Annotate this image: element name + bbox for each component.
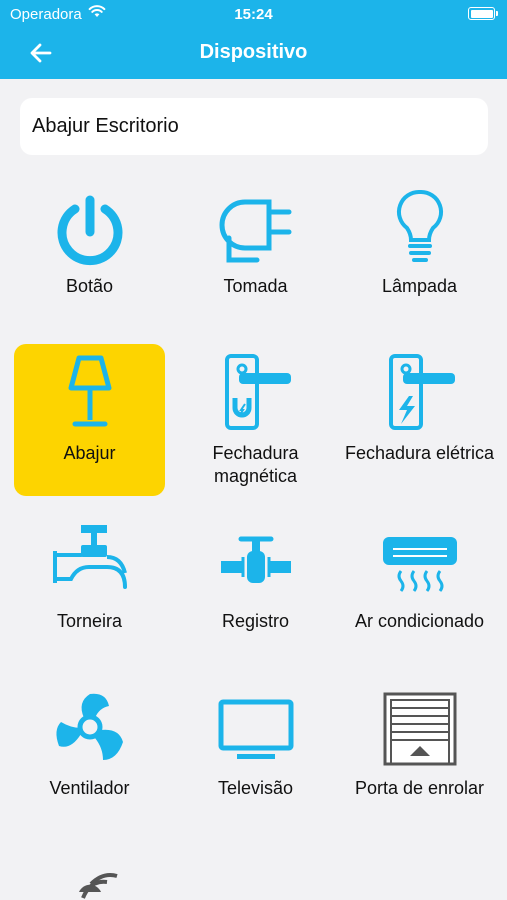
- device-option-torneira[interactable]: Torneira: [14, 515, 165, 645]
- device-option-tomada[interactable]: Tomada: [180, 180, 331, 310]
- air-conditioner-icon: [381, 523, 459, 601]
- device-label: Botão: [65, 276, 114, 296]
- faucet-icon: [51, 521, 129, 599]
- device-option-sem-fio[interactable]: [14, 850, 165, 900]
- device-option-ventilador[interactable]: Ventilador: [14, 682, 165, 812]
- tv-icon: [217, 690, 295, 768]
- device-option-botao[interactable]: Botão: [14, 180, 165, 310]
- device-label: Ventilador: [49, 778, 130, 798]
- wireless-icon: [51, 858, 129, 900]
- device-label: Porta de enrolar: [354, 778, 485, 798]
- page-title: Dispositivo: [199, 41, 308, 63]
- navigation-header: Operadora 15:24 Dispositivo: [0, 0, 507, 79]
- valve-icon: [217, 523, 295, 601]
- device-label: Televisão: [217, 778, 294, 798]
- device-option-fechadura-magnetica[interactable]: Fechadura magnética: [180, 344, 331, 496]
- magnetic-lock-icon: [217, 352, 295, 430]
- device-option-abajur[interactable]: Abajur: [14, 344, 165, 496]
- fan-icon: [51, 688, 129, 766]
- device-label: Fechadura elétrica: [344, 443, 495, 463]
- battery-icon: [468, 7, 498, 20]
- device-option-televisao[interactable]: Televisão: [180, 682, 331, 812]
- device-label: Torneira: [56, 611, 123, 631]
- device-option-lampada[interactable]: Lâmpada: [344, 180, 495, 310]
- device-label: Ar condicionado: [354, 611, 485, 631]
- device-label: Abajur: [63, 443, 116, 463]
- device-name-input[interactable]: Abajur Escritorio: [20, 98, 488, 155]
- electric-lock-icon: [381, 352, 459, 430]
- device-option-ar-condicionado[interactable]: Ar condicionado: [344, 515, 495, 645]
- device-label: Tomada: [223, 276, 288, 296]
- lightbulb-icon: [381, 188, 459, 266]
- device-option-fechadura-eletrica[interactable]: Fechadura elétrica: [344, 344, 495, 496]
- rolling-door-icon: [381, 690, 459, 768]
- status-bar: Operadora 15:24: [0, 0, 507, 30]
- device-option-porta-de-enrolar[interactable]: Porta de enrolar: [344, 682, 495, 812]
- device-option-registro[interactable]: Registro: [180, 515, 331, 645]
- device-label: Lâmpada: [381, 276, 458, 296]
- lamp-icon: [51, 352, 129, 430]
- plug-icon: [217, 188, 295, 266]
- clock: 15:24: [234, 6, 273, 23]
- device-label: Fechadura magnética: [212, 443, 299, 486]
- power-icon: [51, 192, 129, 270]
- device-label: Registro: [221, 611, 290, 631]
